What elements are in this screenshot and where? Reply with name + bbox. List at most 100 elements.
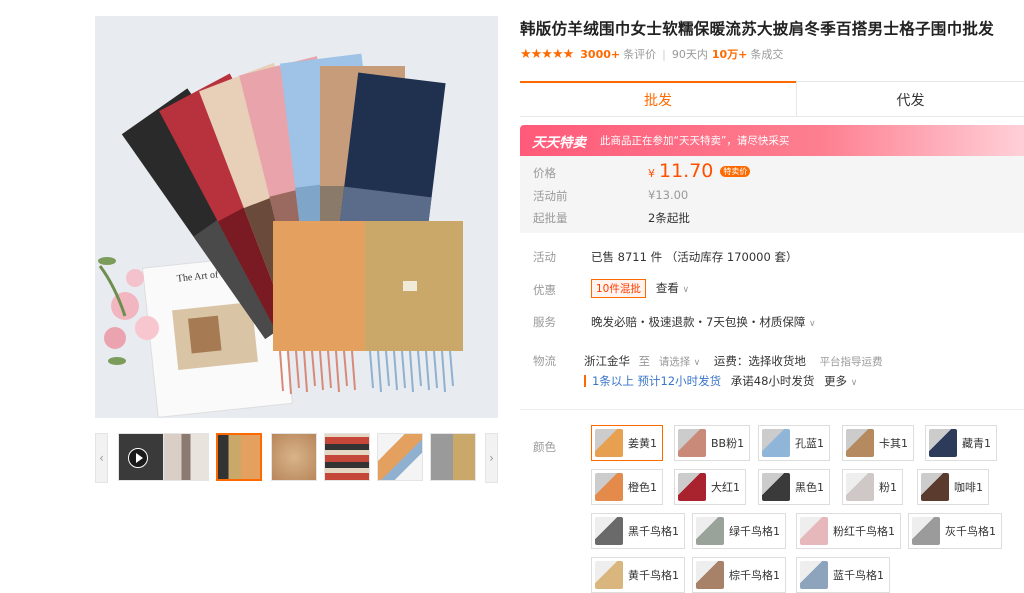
color-option-label: 藏青1 (962, 437, 991, 450)
color-option-label: 大红1 (711, 481, 740, 494)
tab-wholesale[interactable]: 批发 (520, 81, 796, 117)
color-option-black-houndstooth[interactable]: 黑千鸟格1 (591, 513, 685, 549)
color-option-blue-houndstooth[interactable]: 蓝千鸟格1 (796, 557, 890, 593)
shipping-row: 1条以上 预计12小时发货 承诺48小时发货 更多 ∨ (584, 373, 857, 389)
color-option-label: 孔蓝1 (795, 437, 824, 450)
service-row[interactable]: 晚发必赔・极速退款・7天包换・材质保障 ∨ (591, 314, 816, 330)
destination-select-text: 请选择 (658, 356, 691, 368)
promo-logo: 天天特卖 (532, 134, 586, 151)
activity-value: 已售 8711 件 （活动库存 170000 套） (591, 250, 798, 264)
color-option-bb-pink[interactable]: BB粉1 (674, 425, 751, 461)
color-swatch (762, 429, 790, 457)
thumbnail-7[interactable] (430, 433, 476, 481)
main-product-image[interactable]: The Art of E (95, 16, 498, 418)
color-option-khaki[interactable]: 卡其1 (842, 425, 914, 461)
thumbnail-6[interactable] (377, 433, 423, 481)
thumbnail-bar: ‹ › (95, 433, 498, 483)
thumbnail-4[interactable] (271, 433, 317, 481)
service-value: 晚发必赔・极速退款・7天包换・材质保障 (591, 315, 806, 329)
service-label: 服务 (533, 315, 556, 329)
color-swatch (678, 473, 706, 501)
origin-city: 浙江金华 (584, 354, 630, 368)
color-option-ginger[interactable]: 姜黄1 (591, 425, 663, 461)
price-value: ¥11.70 特卖价 (648, 160, 751, 182)
destination-select[interactable]: 请选择 ∨ (659, 356, 700, 368)
reviews-label: 条评价 (623, 48, 657, 61)
thumbnail-5[interactable] (324, 433, 370, 481)
color-label: 颜色 (533, 440, 556, 454)
color-swatch (595, 429, 623, 457)
scarf-photo: The Art of E (95, 16, 498, 418)
color-swatch (929, 429, 957, 457)
logistics-label: 物流 (533, 354, 556, 368)
color-option-label: 黄千鸟格1 (628, 569, 679, 582)
thumbnail-video[interactable] (118, 433, 164, 481)
tab-dropship[interactable]: 代发 (796, 81, 1024, 117)
rating-stars-icon: ★★★★★ (520, 46, 574, 62)
color-option-coffee[interactable]: 咖啡1 (917, 469, 989, 505)
color-option-label: 黑千鸟格1 (628, 525, 679, 538)
color-option-pink[interactable]: 粉1 (842, 469, 903, 505)
price-number: 11.70 (659, 160, 714, 182)
color-option-label: 灰千鸟格1 (945, 525, 996, 538)
color-option-orange[interactable]: 橙色1 (591, 469, 663, 505)
original-price-value: ¥13.00 (648, 188, 689, 202)
color-swatch (762, 473, 790, 501)
to-label: 至 (638, 354, 651, 368)
price-label: 价格 (533, 166, 556, 180)
color-option-label: 粉红千鸟格1 (833, 525, 895, 538)
color-option-black[interactable]: 黑色1 (758, 469, 830, 505)
color-swatch (678, 429, 706, 457)
activity-label: 活动 (533, 250, 556, 264)
freight-text: 运费：选择收货地 (713, 354, 806, 368)
product-page: The Art of E ‹ › 韩版仿羊绒围巾女士软糯保暖流苏大披肩冬季百搭男… (0, 0, 1024, 593)
color-option-red[interactable]: 大红1 (674, 469, 746, 505)
color-swatch (921, 473, 949, 501)
color-option-green-houndstooth[interactable]: 绿千鸟格1 (692, 513, 786, 549)
discount-view-link[interactable]: 查看 ∨ (656, 281, 689, 295)
color-swatch (912, 517, 940, 545)
color-option-label: 棕千鸟格1 (729, 569, 780, 582)
color-option-label: 橙色1 (628, 481, 657, 494)
chevron-down-icon: ∨ (808, 319, 816, 329)
ship-fast-text: 1条以上 预计12小时发货 (592, 374, 722, 388)
sales-count: 10万+ (711, 48, 748, 61)
color-option-gray-houndstooth[interactable]: 灰千鸟格1 (908, 513, 1002, 549)
thumb-next-arrow-icon[interactable]: › (485, 433, 498, 483)
color-option-label: 卡其1 (879, 437, 908, 450)
discount-label: 优惠 (533, 283, 556, 297)
color-option-pink-houndstooth[interactable]: 粉红千鸟格1 (796, 513, 901, 549)
moq-value: 2条起批 (648, 211, 690, 225)
thumbnail-2[interactable] (163, 433, 209, 481)
color-option-yellow-houndstooth[interactable]: 黄千鸟格1 (591, 557, 685, 593)
price-tag-badge: 特卖价 (720, 166, 751, 177)
color-option-label: 姜黄1 (628, 437, 657, 450)
more-shipping-link[interactable]: 更多 ∨ (824, 374, 857, 388)
product-title: 韩版仿羊绒围巾女士软糯保暖流苏大披肩冬季百搭男士格子围巾批发 (520, 20, 995, 38)
discount-tag[interactable]: 10件混批 (591, 279, 646, 298)
color-option-label: 蓝千鸟格1 (833, 569, 884, 582)
color-swatch (595, 517, 623, 545)
thumb-prev-arrow-icon[interactable]: ‹ (95, 433, 108, 483)
chevron-down-icon: ∨ (850, 378, 858, 388)
section-divider (520, 409, 1024, 410)
moq-label: 起批量 (533, 211, 568, 225)
freight-hint-link[interactable]: 平台指导运费 (820, 356, 883, 368)
color-swatch (595, 561, 623, 589)
color-option-label: 黑色1 (795, 481, 824, 494)
chevron-down-icon: ∨ (682, 285, 690, 295)
original-price-label: 活动前 (533, 189, 568, 203)
sales-label: 条成交 (750, 48, 784, 61)
price-box: 价格 ¥11.70 特卖价 活动前 ¥13.00 起批量 2条起批 (520, 156, 1024, 233)
thumbnail-3[interactable] (216, 433, 262, 481)
reviews-count[interactable]: 3000+ (580, 48, 620, 61)
color-option-label: BB粉1 (711, 437, 745, 450)
color-option-navy[interactable]: 藏青1 (925, 425, 997, 461)
color-option-brown-houndstooth[interactable]: 棕千鸟格1 (692, 557, 786, 593)
color-option-label: 绿千鸟格1 (729, 525, 780, 538)
chevron-down-icon: ∨ (693, 358, 701, 368)
color-swatch (595, 473, 623, 501)
divider-bar (584, 375, 586, 387)
color-option-peacock-blue[interactable]: 孔蓝1 (758, 425, 830, 461)
more-text: 更多 (824, 374, 848, 388)
